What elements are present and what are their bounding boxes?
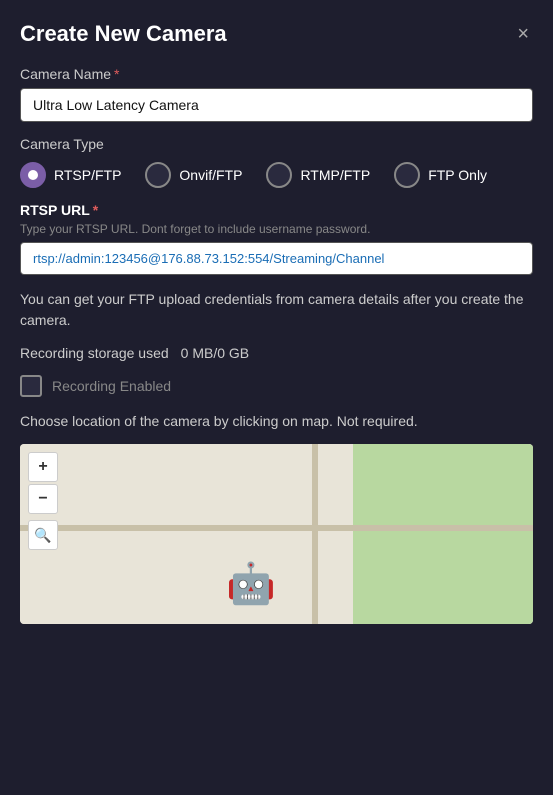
camera-type-label: Camera Type	[20, 136, 533, 152]
map-controls: + − 🔍	[28, 452, 58, 550]
radio-rtmp-circle[interactable]	[266, 162, 292, 188]
rtsp-url-input[interactable]	[20, 242, 533, 275]
radio-rtsp-label: RTSP/FTP	[54, 167, 121, 183]
ftp-info-text: You can get your FTP upload credentials …	[20, 289, 533, 331]
camera-type-radio-group: RTSP/FTP Onvif/FTP RTMP/FTP FTP Only	[20, 162, 533, 188]
map-zoom-in-button[interactable]: +	[28, 452, 58, 482]
radio-rtsp[interactable]: RTSP/FTP	[20, 162, 121, 188]
camera-name-field: Camera Name*	[20, 66, 533, 136]
recording-storage-row: Recording storage used 0 MB/0 GB	[20, 345, 533, 361]
radio-rtsp-circle[interactable]	[20, 162, 46, 188]
radio-ftp-label: FTP Only	[428, 167, 487, 183]
modal-header: Create New Camera ×	[20, 20, 533, 48]
search-icon: 🔍	[34, 527, 51, 544]
radio-rtmp-label: RTMP/FTP	[300, 167, 370, 183]
rtsp-url-hint: Type your RTSP URL. Dont forget to inclu…	[20, 222, 533, 236]
recording-storage-value: 0 MB/0 GB	[181, 345, 249, 361]
radio-rtmp[interactable]: RTMP/FTP	[266, 162, 370, 188]
rtsp-url-label: RTSP URL*	[20, 202, 533, 218]
close-button[interactable]: ×	[513, 20, 533, 48]
map-road-horizontal	[20, 525, 533, 531]
radio-onvif-label: Onvif/FTP	[179, 167, 242, 183]
recording-enabled-checkbox[interactable]	[20, 375, 42, 397]
radio-onvif-circle[interactable]	[145, 162, 171, 188]
map-zoom-out-button[interactable]: −	[28, 484, 58, 514]
create-camera-modal: Create New Camera × Camera Name* Camera …	[0, 0, 553, 795]
radio-ftp[interactable]: FTP Only	[394, 162, 487, 188]
camera-type-section: Camera Type RTSP/FTP Onvif/FTP RTMP/FTP …	[20, 136, 533, 188]
map-container[interactable]: 🤖 + − 🔍	[20, 444, 533, 624]
map-background: 🤖	[20, 444, 533, 624]
rtsp-url-field: RTSP URL* Type your RTSP URL. Dont forge…	[20, 202, 533, 289]
radio-onvif[interactable]: Onvif/FTP	[145, 162, 242, 188]
camera-name-input[interactable]	[20, 88, 533, 122]
map-search-button[interactable]: 🔍	[28, 520, 58, 550]
radio-ftp-circle[interactable]	[394, 162, 420, 188]
modal-title: Create New Camera	[20, 21, 227, 47]
recording-storage-label: Recording storage used	[20, 345, 169, 361]
recording-enabled-row[interactable]: Recording Enabled	[20, 375, 533, 397]
map-marker: 🤖	[226, 564, 276, 604]
map-road-vertical	[312, 444, 318, 624]
location-info-text: Choose location of the camera by clickin…	[20, 411, 533, 432]
camera-name-label: Camera Name*	[20, 66, 533, 82]
map-green-area	[353, 444, 533, 624]
recording-enabled-label: Recording Enabled	[52, 378, 171, 394]
